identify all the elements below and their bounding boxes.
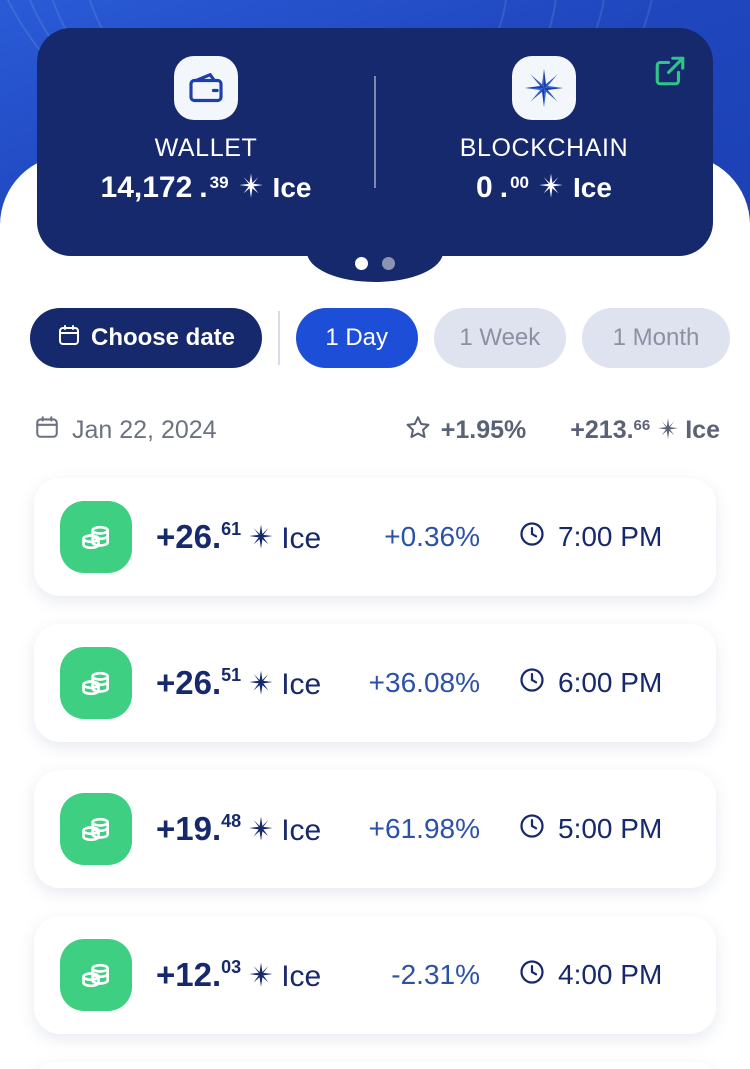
ice-star-icon bbox=[538, 173, 564, 207]
choose-date-label: Choose date bbox=[90, 324, 236, 351]
clock-icon bbox=[518, 812, 546, 847]
transaction-amount-fraction: 61 bbox=[221, 519, 242, 539]
wallet-amount: 14,172 . 39 Ice bbox=[101, 171, 312, 205]
star-outline-icon bbox=[405, 414, 431, 447]
transaction-amount-integer: +26 bbox=[156, 664, 212, 701]
summary-total-integer: +213 bbox=[570, 415, 627, 444]
ice-star-icon bbox=[238, 173, 264, 207]
transaction-time: 5:00 PM bbox=[518, 812, 690, 847]
summary-total-dot: . bbox=[626, 415, 634, 444]
calendar-icon bbox=[34, 414, 60, 447]
table-row[interactable]: +26 . 61 Ice +0.36% 7:00 PM bbox=[34, 478, 716, 596]
transaction-amount: +26 . 61 Ice bbox=[156, 518, 321, 556]
carousel-dot-inactive[interactable] bbox=[382, 257, 395, 270]
blockchain-label: BLOCKCHAIN bbox=[459, 134, 629, 162]
calendar-icon bbox=[57, 323, 81, 354]
transaction-amount-dot: . bbox=[211, 518, 222, 555]
transaction-time-label: 4:00 PM bbox=[558, 959, 663, 990]
ice-compass-star-icon bbox=[512, 56, 576, 120]
coin-stack-icon bbox=[60, 939, 132, 1011]
summary-date: Jan 22, 2024 bbox=[34, 414, 217, 447]
range-1-week-button[interactable]: 1 Week bbox=[433, 308, 566, 368]
filter-separator bbox=[278, 311, 280, 365]
wallet-amount-unit: Ice bbox=[272, 172, 312, 203]
transaction-amount-fraction: 48 bbox=[221, 811, 242, 831]
summary-percent-label: +1.95% bbox=[440, 415, 527, 444]
transaction-time: 7:00 PM bbox=[518, 520, 690, 555]
transaction-amount-unit: Ice bbox=[281, 668, 322, 701]
blockchain-amount-dot: . bbox=[499, 171, 509, 204]
transaction-amount-unit: Ice bbox=[281, 814, 322, 847]
transaction-amount-integer: +19 bbox=[156, 810, 212, 847]
ice-star-icon bbox=[248, 670, 274, 701]
wallet-icon bbox=[174, 56, 238, 120]
wallet-amount-dot: . bbox=[199, 171, 208, 204]
summary-row: Jan 22, 2024 +1.95% +213 . 66 Ice bbox=[34, 410, 720, 450]
blockchain-amount-unit: Ice bbox=[573, 172, 612, 203]
transaction-percent: +0.36% bbox=[384, 521, 480, 552]
wallet-screen: WALLET 14,172 . 39 Ice BLOCKCHAIN 0 . 00… bbox=[0, 0, 750, 1069]
clock-icon bbox=[518, 520, 546, 555]
choose-date-button[interactable]: Choose date bbox=[30, 308, 262, 368]
transaction-amount-unit: Ice bbox=[281, 960, 322, 993]
wallet-label: WALLET bbox=[154, 134, 258, 162]
range-1-day-button[interactable]: 1 Day bbox=[295, 308, 418, 368]
ice-star-icon bbox=[657, 418, 679, 447]
transaction-time-label: 5:00 PM bbox=[558, 813, 663, 844]
transaction-amount: +12 . 03 Ice bbox=[156, 956, 321, 994]
summary-total-unit: Ice bbox=[685, 415, 720, 444]
transaction-amount-unit: Ice bbox=[281, 522, 322, 555]
ice-star-icon bbox=[248, 816, 274, 847]
table-row[interactable]: +12 . 03 Ice -2.31% 4:00 PM bbox=[34, 916, 716, 1034]
transaction-percent: +36.08% bbox=[368, 667, 480, 698]
wallet-amount-integer: 14,172 bbox=[100, 171, 193, 204]
summary-date-label: Jan 22, 2024 bbox=[72, 415, 217, 444]
transaction-time: 4:00 PM bbox=[518, 958, 690, 993]
summary-total: +213 . 66 Ice bbox=[570, 416, 720, 445]
transaction-percent: -2.31% bbox=[391, 959, 480, 990]
coin-stack-icon bbox=[60, 647, 132, 719]
clock-icon bbox=[518, 666, 546, 701]
transaction-amount: +26 . 51 Ice bbox=[156, 664, 321, 702]
transaction-time-label: 7:00 PM bbox=[558, 521, 663, 552]
transaction-amount-dot: . bbox=[211, 956, 222, 993]
summary-total-fraction: 66 bbox=[633, 416, 651, 434]
coin-stack-icon bbox=[60, 501, 132, 573]
table-row[interactable]: +19 . 48 Ice +61.98% 5:00 PM bbox=[34, 770, 716, 888]
blockchain-amount-integer: 0 bbox=[476, 171, 493, 204]
ice-star-icon bbox=[248, 524, 274, 555]
wallet-column[interactable]: WALLET 14,172 . 39 Ice bbox=[37, 56, 375, 205]
clock-icon bbox=[518, 958, 546, 993]
transaction-amount-integer: +26 bbox=[156, 518, 212, 555]
transaction-percent: +61.98% bbox=[368, 813, 480, 844]
transaction-amount-dot: . bbox=[211, 664, 222, 701]
balance-card[interactable]: WALLET 14,172 . 39 Ice BLOCKCHAIN 0 . 00… bbox=[37, 28, 713, 282]
filter-row: Choose date 1 Day 1 Week 1 Month bbox=[30, 308, 730, 368]
ice-star-icon bbox=[248, 962, 274, 993]
transaction-time-label: 6:00 PM bbox=[558, 667, 663, 698]
external-link-icon[interactable] bbox=[649, 50, 691, 92]
transaction-amount-fraction: 51 bbox=[221, 665, 242, 685]
card-divider bbox=[374, 76, 376, 188]
transaction-amount: +19 . 48 Ice bbox=[156, 810, 321, 848]
carousel-pagination[interactable] bbox=[355, 257, 395, 270]
table-row[interactable]: +26 . 51 Ice +36.08% 6:00 PM bbox=[34, 624, 716, 742]
blockchain-amount: 0 . 00 Ice bbox=[476, 171, 612, 205]
blockchain-amount-fraction: 00 bbox=[510, 173, 529, 192]
transaction-list: +26 . 61 Ice +0.36% 7:00 PM +26 . 51 Ice… bbox=[0, 478, 750, 1069]
transaction-amount-integer: +12 bbox=[156, 956, 212, 993]
table-row-partial[interactable] bbox=[34, 1062, 716, 1069]
transaction-time: 6:00 PM bbox=[518, 666, 690, 701]
summary-percent: +1.95% bbox=[405, 414, 527, 447]
transaction-amount-dot: . bbox=[211, 810, 222, 847]
range-1-month-button[interactable]: 1 Month bbox=[581, 308, 730, 368]
summary-stats: +1.95% +213 . 66 Ice bbox=[405, 414, 720, 447]
transaction-amount-fraction: 03 bbox=[221, 957, 242, 977]
coin-stack-icon bbox=[60, 793, 132, 865]
wallet-amount-fraction: 39 bbox=[209, 173, 229, 192]
carousel-dot-active[interactable] bbox=[355, 257, 368, 270]
